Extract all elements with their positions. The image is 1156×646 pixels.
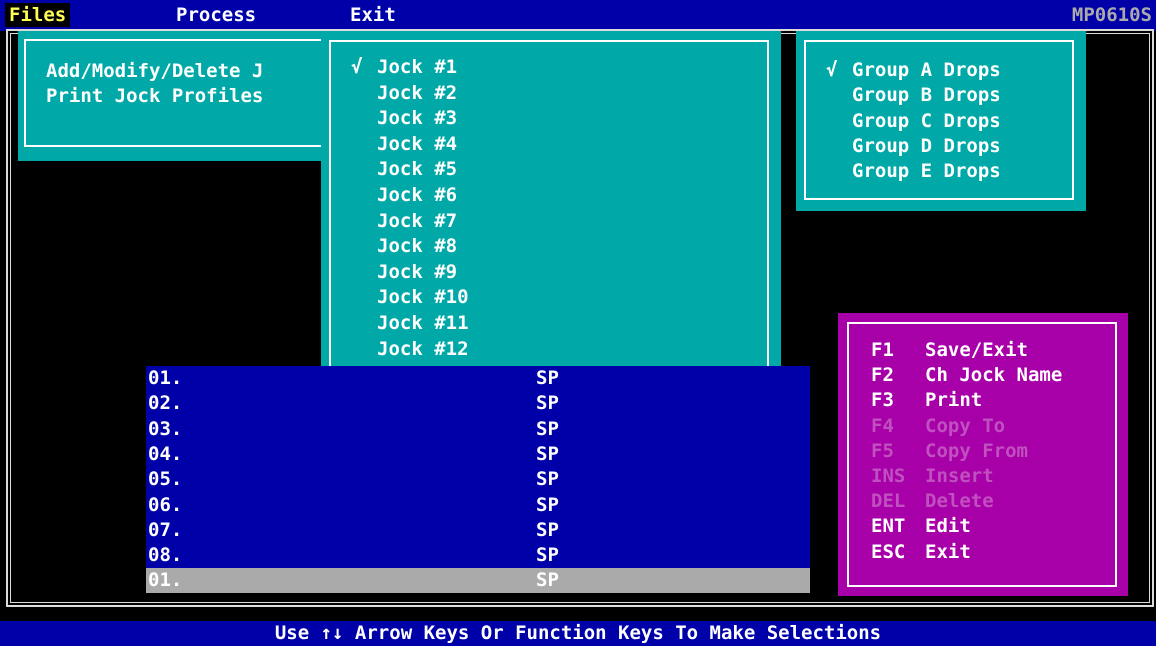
program-code: MP0610S xyxy=(1071,4,1152,26)
menu-item-group[interactable]: Group D Drops xyxy=(852,134,1001,159)
menu-item-add-modify-delete[interactable]: Add/Modify/Delete J xyxy=(46,59,263,84)
row-code: SP xyxy=(536,544,559,567)
function-key-label: Insert xyxy=(925,465,994,487)
function-key-f1[interactable]: F1 xyxy=(871,338,894,363)
row-number: 04. xyxy=(148,442,183,465)
row-number: 07. xyxy=(148,518,183,541)
row-code: SP xyxy=(536,518,559,541)
menu-item-jock[interactable]: Jock #10 xyxy=(377,285,469,310)
row-code: SP xyxy=(536,392,559,415)
row-number: 03. xyxy=(148,417,183,440)
group-drops-submenu: √ Group A Drops Group B Drops Group C Drops… xyxy=(796,31,1086,211)
menu-bar: Files Process Exit MP0610S xyxy=(0,0,1156,31)
row-code: SP xyxy=(536,468,559,491)
menu-item-jock[interactable]: Jock #8 xyxy=(377,234,457,259)
function-key-f2[interactable]: F2 xyxy=(871,363,894,388)
row-number: 06. xyxy=(148,493,183,516)
row-code: SP xyxy=(536,442,559,465)
row-number: 05. xyxy=(148,468,183,491)
function-key-label: Ch Jock Name xyxy=(925,364,1063,387)
check-mark-icon: √ xyxy=(826,59,838,81)
function-key-f5: F5 xyxy=(871,439,894,462)
row-code: SP xyxy=(536,417,559,440)
row-code: SP xyxy=(536,569,559,592)
menu-item-jock[interactable]: Jock #12 xyxy=(377,337,469,362)
row-code: SP xyxy=(536,367,559,389)
files-dropdown-menu: Add/Modify/Delete J Print Jock Profiles xyxy=(18,31,349,161)
function-key-panel: F1 Save/Exit F2 Ch Jock Name F3 Print F4 Copy T… xyxy=(838,313,1128,596)
function-key-label: Delete xyxy=(925,490,994,513)
function-key-esc[interactable]: ESC xyxy=(871,540,905,565)
row-number: 08. xyxy=(148,544,183,567)
menu-item-jock[interactable]: Jock #6 xyxy=(377,183,457,208)
drop-list: 01. SP 02. SP 03. SP 04. SP 05. SP 06. SP 07. SP 08. SP… xyxy=(146,366,810,594)
list-row[interactable]: 03. SP xyxy=(146,417,810,442)
function-key-del: DEL xyxy=(871,490,906,513)
list-row[interactable]: 02. SP xyxy=(146,391,810,416)
list-row[interactable]: 05. SP xyxy=(146,467,810,492)
list-row[interactable]: 07. SP xyxy=(146,518,810,543)
list-row[interactable]: 04. SP xyxy=(146,442,810,467)
function-key-ent[interactable]: ENT xyxy=(871,514,905,539)
function-key-f3[interactable]: F3 xyxy=(871,388,894,413)
list-row[interactable]: 01. SP xyxy=(146,568,810,594)
list-row[interactable]: 08. SP xyxy=(146,543,810,568)
row-number: 01. xyxy=(148,569,183,592)
function-key-label: Save/Exit xyxy=(925,339,1028,361)
menu-files[interactable]: Files xyxy=(5,3,71,27)
function-key-ins: INS xyxy=(871,465,906,487)
function-key-f4: F4 xyxy=(871,414,894,437)
function-key-label: Exit xyxy=(925,540,971,563)
menu-exit[interactable]: Exit xyxy=(350,3,396,27)
list-row[interactable]: 01. SP xyxy=(146,366,810,391)
menu-item-jock[interactable]: Jock #9 xyxy=(377,260,457,285)
list-row[interactable]: 06. SP xyxy=(146,493,810,518)
check-mark-icon: √ xyxy=(351,56,363,78)
menu-item-group[interactable]: Group E Drops xyxy=(852,159,1001,184)
status-text: Use ↑↓ Arrow Keys Or Function Keys To Ma… xyxy=(274,622,882,644)
function-key-label: Edit xyxy=(925,515,971,538)
menu-item-jock[interactable]: Jock #2 xyxy=(377,81,457,106)
function-key-label: Print xyxy=(925,389,983,412)
row-number: 01. xyxy=(148,367,183,389)
menu-item-jock[interactable]: Jock #1 xyxy=(377,55,457,80)
menu-item-jock[interactable]: Jock #7 xyxy=(377,209,457,234)
row-code: SP xyxy=(536,493,559,516)
menu-item-group[interactable]: Group C Drops xyxy=(852,109,1001,134)
menu-item-group[interactable]: Group B Drops xyxy=(852,83,1001,108)
menu-item-jock[interactable]: Jock #5 xyxy=(377,157,457,182)
menu-item-jock[interactable]: Jock #4 xyxy=(377,132,457,157)
function-key-label: Copy From xyxy=(925,439,1028,462)
menu-item-jock[interactable]: Jock #3 xyxy=(377,106,457,131)
status-bar: Use ↑↓ Arrow Keys Or Function Keys To Ma… xyxy=(0,621,1156,646)
menu-item-group[interactable]: Group A Drops xyxy=(852,58,1001,83)
function-key-label: Copy To xyxy=(925,414,1006,437)
menu-item-print-jock-profiles[interactable]: Print Jock Profiles xyxy=(46,84,263,109)
row-number: 02. xyxy=(148,392,183,415)
menu-process[interactable]: Process xyxy=(176,3,256,27)
menu-item-jock[interactable]: Jock #11 xyxy=(377,311,469,336)
jock-submenu: √ Jock #1 Jock #2 Jock #3 Jock #4 Jock #5 Jock… xyxy=(321,31,781,370)
